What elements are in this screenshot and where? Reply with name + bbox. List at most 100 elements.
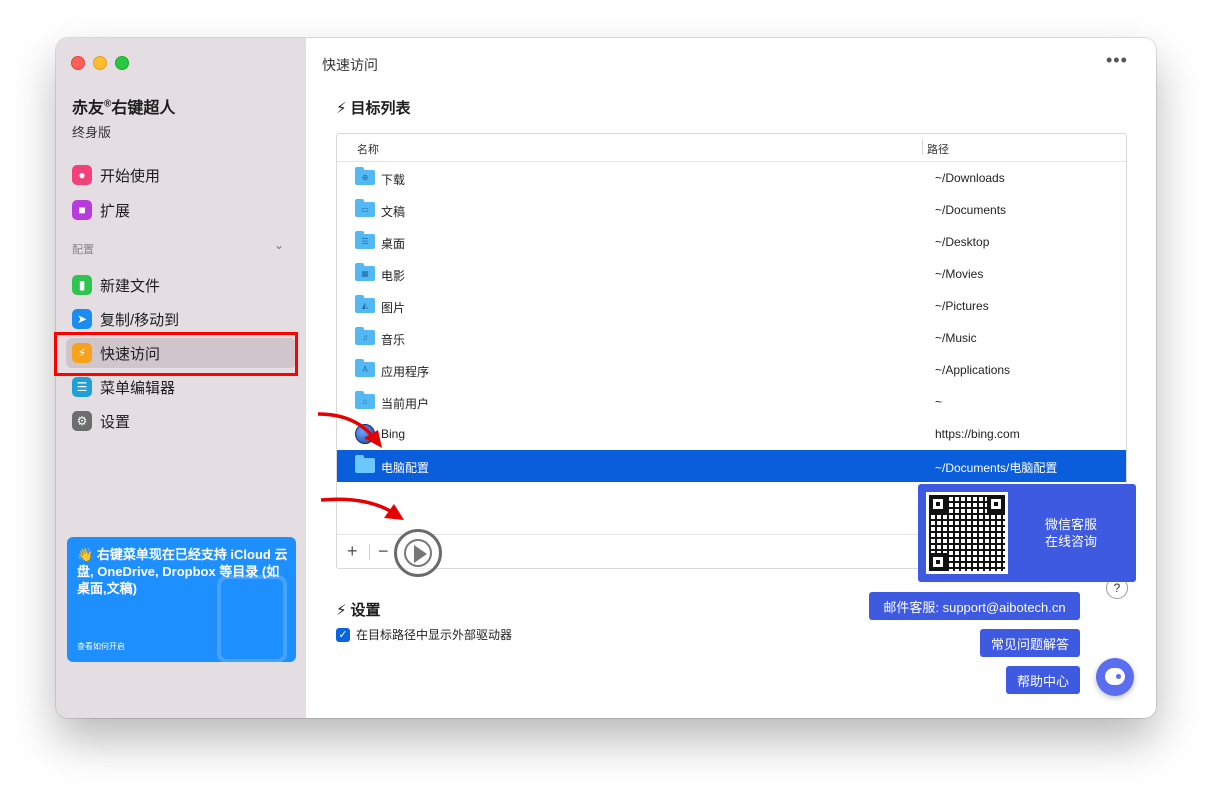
applications-folder-icon: A: [355, 359, 375, 377]
sidebar-item-new-file[interactable]: ▮ 新建文件: [66, 270, 296, 300]
table-row[interactable]: Bing https://bing.com: [337, 418, 1126, 450]
zoom-window-button[interactable]: [115, 56, 129, 70]
folder-icon: [355, 455, 375, 473]
sidebar-item-label: 菜单编辑器: [100, 379, 176, 397]
documents-folder-icon: ▭: [355, 199, 375, 217]
pictures-folder-icon: ◭: [355, 295, 375, 313]
table-row[interactable]: ▭ 文稿 ~/Documents: [337, 194, 1126, 226]
row-path: ~/Movies: [935, 267, 984, 281]
table-row[interactable]: ▦ 电影 ~/Movies: [337, 258, 1126, 290]
list-icon: ☰: [72, 377, 92, 397]
sidebar-item-get-started[interactable]: ● 开始使用: [66, 160, 296, 190]
sidebar-item-label: 开始使用: [100, 167, 161, 185]
row-path: ~/Documents: [935, 203, 1007, 217]
row-path: ~/Documents/电脑配置: [935, 461, 1058, 475]
row-path: ~/Downloads: [935, 171, 1005, 185]
extension-icon: ■: [72, 200, 92, 220]
highlight-frame: [54, 332, 298, 376]
wechat-support-text: 微信客服 在线咨询: [1044, 517, 1097, 549]
target-list-heading: ⚡ 目标列表: [336, 97, 411, 118]
add-row-button[interactable]: +: [347, 541, 358, 562]
sidebar-item-label: 复制/移动到: [100, 311, 180, 329]
promo-link[interactable]: 查看如何开启: [77, 641, 125, 652]
help-center-button[interactable]: 帮助中心: [1006, 666, 1080, 694]
qr-code-icon: [926, 492, 1008, 574]
lightning-icon: ⚡: [336, 601, 347, 619]
row-path: ~/Music: [935, 331, 977, 345]
wechat-support-panel[interactable]: 微信客服 在线咨询: [918, 484, 1136, 582]
row-name: 电影: [381, 269, 406, 283]
row-name: 当前用户: [381, 397, 430, 411]
column-header-name[interactable]: 名称: [357, 141, 379, 157]
row-path: ~/Desktop: [935, 235, 990, 249]
sidebar: 赤友®右键超人 终身版 ● 开始使用 ■ 扩展 配置 ⌄ ▮ 新建文件 ➤ 复制…: [56, 38, 307, 718]
promo-card[interactable]: 👋 右键菜单现在已经支持 iCloud 云盘, OneDrive, Dropbo…: [67, 537, 296, 662]
section-title: 目标列表: [350, 100, 411, 117]
chat-bubble-icon: [1105, 668, 1125, 685]
checkbox-label: 在目标路径中显示外部驱动器: [356, 628, 513, 642]
sidebar-item-settings[interactable]: ⚙ 设置: [66, 406, 296, 436]
table-row[interactable]: ☰ 桌面 ~/Desktop: [337, 226, 1126, 258]
wave-emoji: 👋: [77, 547, 94, 562]
gear-icon: ⚙: [72, 411, 92, 431]
app-name-suffix: 右键超人: [111, 100, 176, 117]
chat-button[interactable]: [1096, 658, 1134, 696]
app-edition: 终身版: [72, 125, 112, 140]
sidebar-item-menu-editor[interactable]: ☰ 菜单编辑器: [66, 372, 296, 402]
table-row[interactable]: ♫ 音乐 ~/Music: [337, 322, 1126, 354]
minimize-window-button[interactable]: [93, 56, 107, 70]
app-title: 赤友®右键超人: [72, 94, 175, 118]
lightbulb-icon: ●: [72, 165, 92, 185]
chevron-down-icon[interactable]: ⌄: [274, 238, 284, 252]
sidebar-item-extensions[interactable]: ■ 扩展: [66, 195, 296, 225]
remove-row-button[interactable]: −: [378, 541, 389, 562]
lightning-icon: ⚡: [336, 99, 347, 117]
table-row-selected[interactable]: 电脑配置 ~/Documents/电脑配置: [337, 450, 1126, 482]
row-name: 桌面: [381, 237, 406, 251]
window-controls: [71, 56, 129, 70]
table-header: 名称 路径: [337, 134, 1126, 162]
table-row[interactable]: ◭ 图片 ~/Pictures: [337, 290, 1126, 322]
home-folder-icon: ⌂: [355, 391, 375, 409]
globe-icon: [355, 424, 375, 444]
settings-heading: ⚡ 设置: [336, 599, 381, 620]
section-title: 设置: [350, 602, 381, 619]
music-folder-icon: ♫: [355, 327, 375, 345]
faq-button[interactable]: 常见问题解答: [980, 629, 1080, 657]
sidebar-item-label: 新建文件: [100, 277, 161, 295]
row-name: 下载: [381, 173, 406, 187]
page-title: 快速访问: [322, 57, 378, 73]
send-icon: ➤: [72, 309, 92, 329]
movies-folder-icon: ▦: [355, 263, 375, 281]
show-external-drives-checkbox[interactable]: ✓: [336, 627, 350, 642]
row-name: 应用程序: [381, 365, 430, 379]
promo-message: 右键菜单现在已经支持 iCloud 云盘, OneDrive, Dropbox …: [77, 547, 288, 596]
row-path: ~: [935, 395, 943, 409]
close-window-button[interactable]: [71, 56, 85, 70]
email-support-button[interactable]: 邮件客服: support@aibotech.cn: [869, 592, 1080, 620]
table-row[interactable]: ⊕ 下载 ~/Downloads: [337, 162, 1126, 194]
app-name: 赤友: [72, 100, 105, 117]
row-path: ~/Applications: [935, 363, 1011, 377]
column-header-path[interactable]: 路径: [927, 141, 949, 157]
row-path: https://bing.com: [935, 427, 1020, 441]
desktop-folder-icon: ☰: [355, 231, 375, 249]
more-options-icon[interactable]: •••: [1106, 50, 1128, 71]
click-cursor-icon: [394, 529, 442, 577]
sidebar-item-label: 设置: [100, 413, 131, 431]
show-external-drives-option[interactable]: ✓ 在目标路径中显示外部驱动器: [336, 626, 512, 643]
row-name: 文稿: [381, 205, 406, 219]
row-name: 图片: [381, 301, 406, 315]
row-name: 电脑配置: [381, 461, 430, 475]
promo-text: 👋 右键菜单现在已经支持 iCloud 云盘, OneDrive, Dropbo…: [77, 546, 289, 597]
row-name: Bing: [381, 427, 406, 441]
new-file-icon: ▮: [72, 275, 92, 295]
column-divider: [922, 139, 923, 155]
sidebar-item-copy-move[interactable]: ➤ 复制/移动到: [66, 304, 296, 334]
sidebar-item-label: 扩展: [100, 202, 131, 220]
downloads-folder-icon: ⊕: [355, 167, 375, 185]
table-row[interactable]: A 应用程序 ~/Applications: [337, 354, 1126, 386]
row-path: ~/Pictures: [935, 299, 989, 313]
table-row[interactable]: ⌂ 当前用户 ~: [337, 386, 1126, 418]
toolbar-divider: [369, 544, 370, 560]
